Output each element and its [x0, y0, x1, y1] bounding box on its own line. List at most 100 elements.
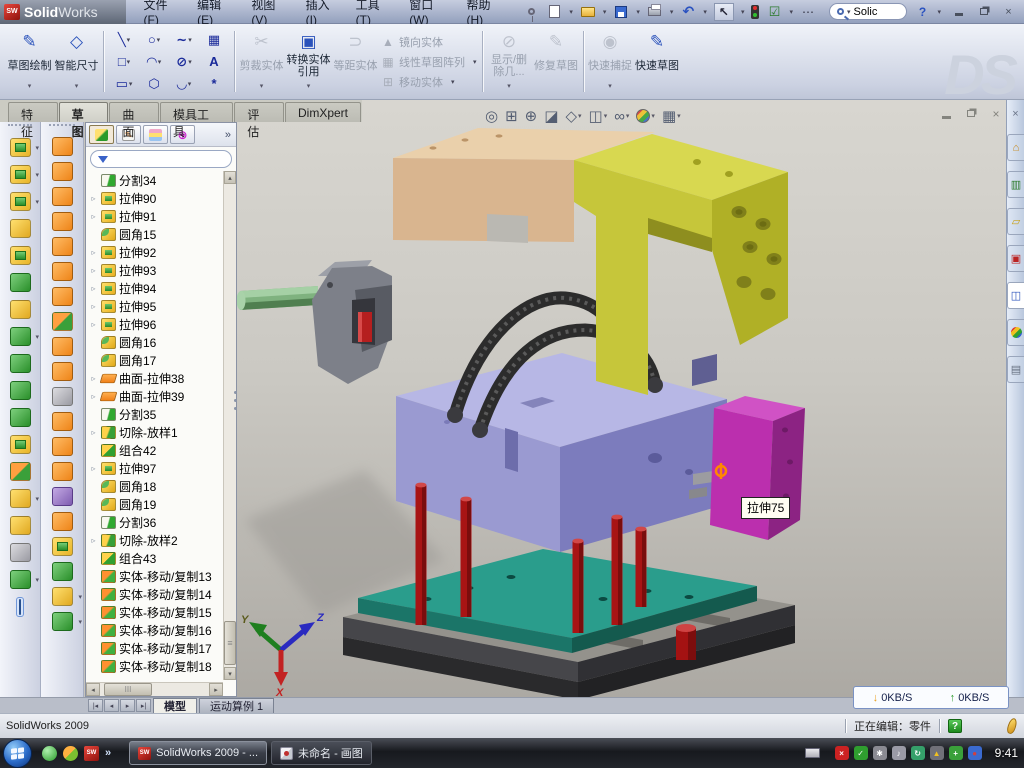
dropdown-arrow-icon[interactable]: ▾ — [307, 81, 311, 93]
search-input[interactable] — [853, 6, 899, 18]
rapid-sketch-button[interactable]: ✎快速草图 — [634, 26, 681, 97]
zoom-area-icon[interactable]: ⊞ — [505, 107, 518, 125]
dropdown-arrow-icon[interactable]: ▾ — [78, 593, 82, 601]
tree-item[interactable]: 圆角17 — [88, 351, 222, 369]
scheduler-icon[interactable]: ✱ — [873, 746, 887, 760]
fillet-surface-icon[interactable] — [52, 537, 73, 556]
file-explorer-tab[interactable]: ◫ — [1007, 282, 1024, 309]
model-core-block[interactable] — [396, 353, 727, 552]
extruded-boss-icon[interactable] — [10, 138, 31, 157]
expand-arrow-icon[interactable]: ▹ — [89, 266, 98, 275]
messenger-icon[interactable]: ● — [968, 746, 982, 760]
undo-button[interactable]: ↶ — [680, 3, 696, 21]
tree-item[interactable]: 圆角15 — [88, 225, 222, 243]
expand-arrow-icon[interactable]: ▹ — [89, 248, 98, 257]
move-copy-body-icon[interactable] — [10, 462, 31, 481]
app-launch-icon[interactable] — [63, 746, 78, 761]
wizard-icon[interactable] — [52, 587, 73, 606]
circle-tool-icon[interactable]: ○▾ — [139, 29, 169, 51]
tree-item[interactable]: 实体-移动/复制15 — [88, 603, 222, 621]
lofted-surface-icon[interactable] — [52, 212, 73, 231]
new-document-button[interactable] — [546, 3, 562, 21]
dropdown-arrow-icon[interactable]: ▾ — [35, 198, 39, 206]
save-button[interactable] — [613, 3, 629, 21]
tab-mold-tools[interactable]: 模具工具 — [160, 102, 233, 122]
boundary-surface-icon[interactable] — [52, 237, 73, 256]
section-view-icon[interactable]: ◪ — [544, 107, 558, 125]
spline-feature-icon[interactable] — [10, 570, 31, 589]
zoom-fit-icon[interactable]: ◎ — [485, 107, 498, 125]
taskbar-solidworks-button[interactable]: SWSolidWorks 2009 - ... — [129, 741, 267, 765]
tree-item[interactable]: ▹切除-放样1 — [88, 423, 222, 441]
rebuild-icon[interactable] — [751, 5, 759, 19]
help-dropdown-icon[interactable]: ▾ — [937, 8, 941, 16]
feature-manager-tab[interactable] — [89, 125, 114, 144]
home-tab[interactable]: ⌂ — [1007, 134, 1024, 161]
tree-item[interactable]: 圆角18 — [88, 477, 222, 495]
expand-arrow-icon[interactable]: ▹ — [89, 392, 98, 401]
tree-item[interactable]: ▹拉伸92 — [88, 243, 222, 261]
toolbox-tab[interactable]: ▣ — [1007, 245, 1024, 272]
dropdown-arrow-icon[interactable]: ▾ — [677, 112, 681, 120]
dropdown-arrow-icon[interactable]: ▾ — [129, 80, 133, 88]
model-tab[interactable]: 模型 — [153, 698, 197, 713]
polygon-tool-icon[interactable]: ⬡ — [139, 73, 169, 95]
solidworks-launch-icon[interactable]: SW — [84, 746, 99, 761]
pattern-icon[interactable] — [10, 327, 31, 346]
thicken-icon[interactable] — [52, 562, 73, 581]
tree-item[interactable]: ▹曲面-拉伸38 — [88, 369, 222, 387]
slot-tool-icon[interactable]: ▭▾ — [109, 73, 139, 95]
text-tool-icon[interactable]: A — [199, 51, 229, 73]
model-slider[interactable] — [237, 260, 392, 384]
sketch-button[interactable]: ✎草图绘制▾ — [6, 26, 53, 97]
dropdown-arrow-icon[interactable]: ▾ — [75, 81, 79, 93]
dropdown-arrow-icon[interactable]: ▾ — [188, 36, 192, 44]
overflow-icon[interactable]: ⋯ — [800, 3, 816, 21]
dropdown-arrow-icon[interactable]: ▾ — [158, 58, 162, 66]
combine-bodies-icon[interactable] — [10, 381, 31, 400]
tab-dimxpert[interactable]: DimXpert — [285, 102, 361, 122]
trim-surface-icon[interactable] — [52, 437, 73, 456]
quick-launch-overflow-icon[interactable]: » — [105, 747, 111, 759]
tree-item[interactable]: 分割35 — [88, 405, 222, 423]
tree-item[interactable]: 分割36 — [88, 513, 222, 531]
freeform-icon[interactable] — [52, 487, 73, 506]
search-dropdown-icon[interactable]: ▾ — [847, 8, 851, 16]
scroll-left-icon[interactable]: ◂ — [86, 683, 100, 696]
planar-surface-icon[interactable] — [52, 262, 73, 281]
sync-icon[interactable]: ↻ — [911, 746, 925, 760]
expand-arrow-icon[interactable]: ▹ — [89, 464, 98, 473]
tab-sketch[interactable]: 草图 — [59, 102, 109, 122]
dropdown-arrow-icon[interactable]: ▾ — [35, 495, 39, 503]
tree-item[interactable]: 分割34 — [88, 171, 222, 189]
options-button[interactable]: ☑ — [766, 3, 782, 21]
appearances-tab[interactable] — [1007, 319, 1024, 346]
arc-tool-icon[interactable]: ◠▾ — [139, 51, 169, 73]
display-style-icon[interactable]: ◫▾ — [589, 107, 608, 125]
messenger-launch-icon[interactable] — [42, 746, 57, 761]
expand-arrow-icon[interactable]: ▹ — [89, 374, 98, 383]
hide-show-icon[interactable]: ∞▾ — [614, 108, 629, 125]
first-tab-button[interactable]: |◂ — [88, 699, 103, 712]
tree-filter-input[interactable] — [90, 150, 232, 168]
dropdown-arrow-icon[interactable]: ▾ — [35, 333, 39, 341]
doc-close-button[interactable]: × — [988, 106, 1004, 121]
tree-item[interactable]: ▹曲面-拉伸39 — [88, 387, 222, 405]
split-body-icon[interactable] — [10, 354, 31, 373]
security-center-icon[interactable]: × — [835, 746, 849, 760]
tree-item[interactable]: ▹拉伸97 — [88, 459, 222, 477]
tree-item[interactable]: 圆角16 — [88, 333, 222, 351]
expand-arrow-icon[interactable]: ▹ — [89, 536, 98, 545]
tree-item[interactable]: 实体-移动/复制16 — [88, 621, 222, 639]
close-button[interactable]: × — [999, 4, 1018, 19]
motion-study-tab[interactable]: 运动算例 1 — [199, 698, 274, 713]
tree-item[interactable]: 实体-移动/复制18 — [88, 657, 222, 675]
replace-face-icon[interactable] — [52, 337, 73, 356]
spline-surface-icon[interactable] — [52, 612, 73, 631]
point-tool-icon[interactable]: * — [199, 73, 229, 95]
tree-item[interactable]: ▹拉伸95 — [88, 297, 222, 315]
dropdown-arrow-icon[interactable]: ▾ — [188, 58, 192, 66]
expand-arrow-icon[interactable]: ▹ — [89, 320, 98, 329]
tree-item[interactable]: ▹切除-放样2 — [88, 531, 222, 549]
expand-arrow-icon[interactable]: ▹ — [89, 194, 98, 203]
